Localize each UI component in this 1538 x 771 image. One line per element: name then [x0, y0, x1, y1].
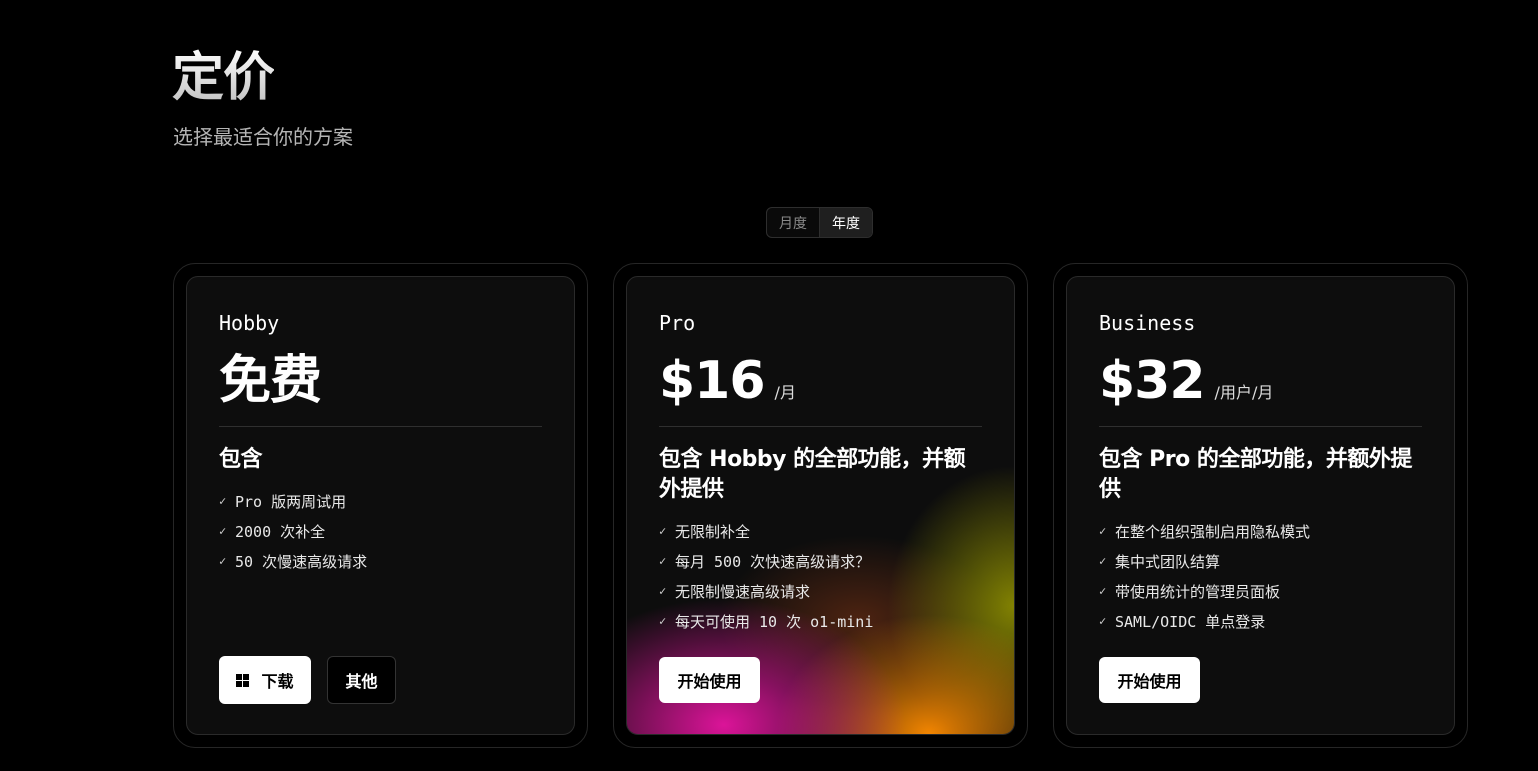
get-started-label: 开始使用 [1117, 672, 1182, 691]
check-icon: ✓ [659, 554, 667, 568]
feature-item: ✓ 每月 500 次快速高级请求？ [659, 546, 982, 576]
check-icon: ✓ [659, 614, 667, 628]
check-icon: ✓ [1099, 584, 1107, 598]
button-row: 下载 其他 [219, 656, 396, 704]
feature-text: 每月 500 次快速高级请求？ [675, 552, 871, 571]
feature-item: ✓ 集中式团队结算 [1099, 546, 1422, 576]
toggle-monthly[interactable]: 月度 [767, 208, 819, 237]
feature-item: ✓ 带使用统计的管理员面板 [1099, 576, 1422, 606]
feature-list: ✓ 无限制补全 ✓ 每月 500 次快速高级请求？ ✓ 无限制慢速高级请求 ✓ 每天可使… [659, 516, 982, 636]
feature-text: 50 次慢速高级请求 [235, 552, 368, 571]
check-icon: ✓ [219, 494, 227, 508]
download-label: 下载 [261, 672, 294, 691]
feature-text: Pro 版两周试用 [235, 492, 347, 511]
plan-name: Pro [659, 311, 696, 335]
check-icon: ✓ [1099, 524, 1107, 538]
feature-text: 带使用统计的管理员面板 [1115, 582, 1281, 601]
feature-item: ✓ 50 次慢速高级请求 [219, 546, 542, 576]
check-icon: ✓ [1099, 554, 1107, 568]
other-label: 其他 [345, 672, 378, 691]
includes-heading: 包含 Hobby 的全部功能，并额外提供 [659, 447, 966, 502]
feature-item: ✓ 无限制慢速高级请求 [659, 576, 982, 606]
feature-text: 2000 次补全 [235, 522, 326, 541]
get-started-label: 开始使用 [677, 672, 742, 691]
pricing-page: 定价 选择最适合你的方案 月度 年度 Hobby 免费 包含 ✓ Pro 版两周试… [0, 0, 1538, 771]
plan-card-hobby: Hobby 免费 包含 ✓ Pro 版两周试用 ✓ 2000 次补全 ✓ 50 次慢速… [186, 276, 575, 735]
page-title: 定价 [172, 48, 275, 108]
check-icon: ✓ [219, 554, 227, 568]
feature-list: ✓ 在整个组织强制启用隐私模式 ✓ 集中式团队结算 ✓ 带使用统计的管理员面板 ✓ SA… [1099, 516, 1422, 636]
feature-text: 在整个组织强制启用隐私模式 [1115, 522, 1311, 541]
windows-icon [236, 673, 250, 687]
plan-card-hobby-frame: Hobby 免费 包含 ✓ Pro 版两周试用 ✓ 2000 次补全 ✓ 50 次慢速… [173, 263, 588, 748]
feature-text: 每天可使用 10 次 o1-mini [675, 612, 874, 631]
plan-price: 免费 [219, 351, 322, 411]
toggle-yearly[interactable]: 年度 [819, 208, 872, 237]
price-period: /月 [774, 383, 796, 402]
includes-heading: 包含 [219, 447, 263, 472]
check-icon: ✓ [659, 524, 667, 538]
includes-heading: 包含 Pro 的全部功能，并额外提供 [1099, 447, 1412, 502]
plan-name: Business [1099, 311, 1196, 335]
button-row: 开始使用 [1099, 657, 1200, 703]
feature-item: ✓ 无限制补全 [659, 516, 982, 546]
billing-period-toggle: 月度 年度 [766, 207, 873, 238]
plan-card-business: Business $32 /用户/月 包含 Pro 的全部功能，并额外提供 ✓ 在… [1066, 276, 1455, 735]
price-row: 免费 [219, 349, 322, 413]
check-icon: ✓ [1099, 614, 1107, 628]
page-subtitle: 选择最适合你的方案 [173, 125, 353, 149]
plan-card-pro-frame: Pro $16 /月 包含 Hobby 的全部功能，并额外提供 ✓ 无限制补全 ✓… [613, 263, 1028, 748]
feature-text: 集中式团队结算 [1115, 552, 1221, 571]
get-started-button[interactable]: 开始使用 [1099, 657, 1200, 703]
feature-item: ✓ 每天可使用 10 次 o1-mini [659, 606, 982, 636]
plan-price: $16 [659, 351, 766, 411]
price-row: $16 /月 [659, 349, 796, 413]
feature-item: ✓ 在整个组织强制启用隐私模式 [1099, 516, 1422, 546]
feature-text: SAML/OIDC 单点登录 [1115, 612, 1266, 631]
feature-list: ✓ Pro 版两周试用 ✓ 2000 次补全 ✓ 50 次慢速高级请求 [219, 486, 542, 576]
check-icon: ✓ [659, 584, 667, 598]
divider [1099, 426, 1422, 427]
feature-item: ✓ Pro 版两周试用 [219, 486, 542, 516]
plan-price: $32 [1099, 351, 1206, 411]
feature-text: 无限制补全 [675, 522, 751, 541]
divider [659, 426, 982, 427]
price-row: $32 /用户/月 [1099, 349, 1273, 413]
button-row: 开始使用 [659, 657, 760, 703]
plan-name: Hobby [219, 311, 280, 335]
other-downloads-button[interactable]: 其他 [327, 656, 396, 704]
plan-card-pro: Pro $16 /月 包含 Hobby 的全部功能，并额外提供 ✓ 无限制补全 ✓… [626, 276, 1015, 735]
price-period: /用户/月 [1214, 383, 1274, 402]
get-started-button[interactable]: 开始使用 [659, 657, 760, 703]
feature-text: 无限制慢速高级请求 [675, 582, 811, 601]
feature-item: ✓ 2000 次补全 [219, 516, 542, 546]
divider [219, 426, 542, 427]
check-icon: ✓ [219, 524, 227, 538]
download-button[interactable]: 下载 [219, 656, 311, 704]
plan-card-business-frame: Business $32 /用户/月 包含 Pro 的全部功能，并额外提供 ✓ 在… [1053, 263, 1468, 748]
feature-item: ✓ SAML/OIDC 单点登录 [1099, 606, 1422, 636]
